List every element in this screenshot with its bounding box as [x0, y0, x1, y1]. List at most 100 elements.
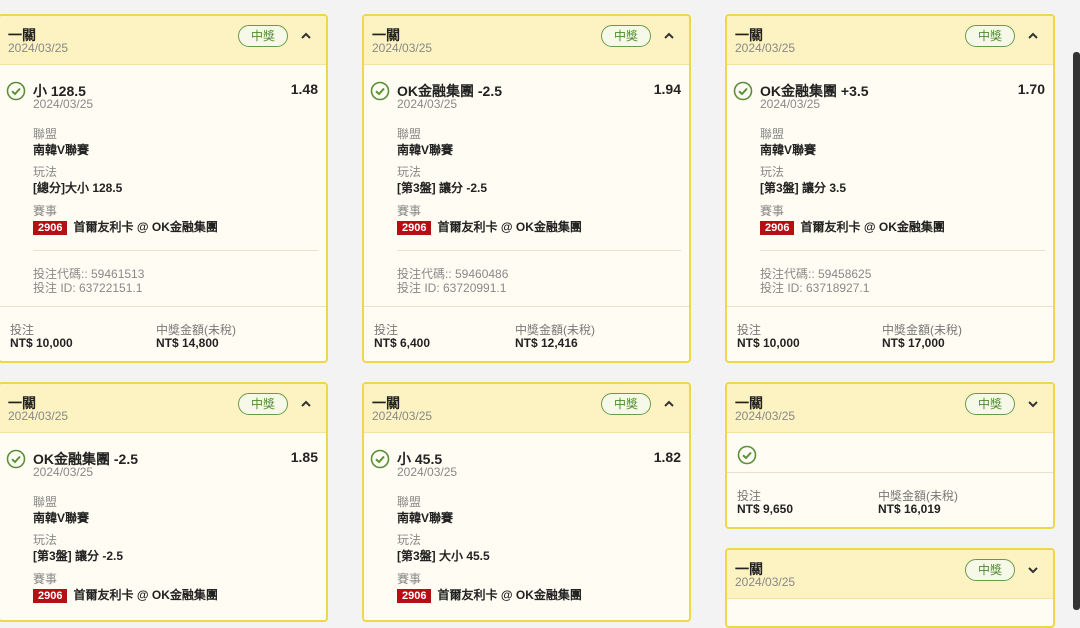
- chevron-up-icon[interactable]: [300, 400, 312, 408]
- bet-date: 2024/03/25: [735, 575, 796, 589]
- selection-date: 2024/03/25: [760, 97, 821, 111]
- bet-card-header[interactable]: 一關 2024/03/25 中獎: [364, 16, 689, 65]
- bet-id: 投注 ID: 63722151.1: [33, 281, 143, 295]
- won-badge: 中獎: [965, 393, 1015, 415]
- bet-date: 2024/03/25: [8, 409, 69, 423]
- check-circle-icon: [6, 81, 26, 101]
- bet-date: 2024/03/25: [372, 409, 433, 423]
- bet-date: 2024/03/25: [735, 409, 796, 423]
- stake-value: NT$ 6,400: [374, 336, 431, 350]
- check-circle-icon: [370, 449, 390, 469]
- bet-card: 一關 2024/03/25 中獎 OK金融集團 +3.5 1.70 2024/0…: [725, 14, 1055, 363]
- event-code-badge: 2906: [397, 589, 432, 603]
- event-value: 2906 首爾友利卡 @ OK金融集團: [760, 218, 945, 235]
- bet-card: 一關 2024/03/25 中獎 OK金融集團 -2.5 1.85 2024/0…: [0, 382, 328, 622]
- chevron-up-icon[interactable]: [663, 32, 675, 40]
- event-code-badge: 2906: [33, 221, 68, 235]
- bet-id: 投注 ID: 63718927.1: [760, 281, 870, 295]
- selection-date: 2024/03/25: [33, 97, 94, 111]
- event-name: 首爾友利卡 @ OK金融集團: [437, 220, 582, 234]
- bet-card-header[interactable]: 一關 2024/03/25 中獎: [727, 550, 1053, 599]
- chevron-down-icon[interactable]: [1027, 400, 1039, 408]
- check-circle-icon: [6, 449, 26, 469]
- bet-card: 一關 2024/03/25 中獎 OK金融集團 -2.5 1.94 2024/0…: [362, 14, 691, 363]
- check-circle-icon: [737, 445, 757, 465]
- bet-card: 一關 2024/03/25 中獎 小 128.5 1.48 2024/03/25…: [0, 14, 328, 363]
- won-badge: 中獎: [601, 25, 651, 47]
- play-value: [總分]大小 128.5: [33, 181, 123, 195]
- bet-card-header[interactable]: 一關 2024/03/25 中獎: [0, 384, 326, 433]
- selection-date: 2024/03/25: [397, 465, 458, 479]
- event-name: 首爾友利卡 @ OK金融集團: [437, 588, 582, 602]
- won-badge: 中獎: [601, 393, 651, 415]
- odds: 1.70: [1017, 81, 1045, 97]
- check-circle-icon: [733, 81, 753, 101]
- payout-value: NT$ 16,019: [878, 502, 941, 516]
- league-label: 聯盟: [33, 495, 58, 509]
- league-label: 聯盟: [33, 127, 58, 141]
- divider: [760, 250, 1045, 251]
- league-value: 南韓V聯賽: [760, 143, 817, 157]
- event-value: 2906 首爾友利卡 @ OK金融集團: [33, 218, 218, 235]
- bet-summary: 投注 NT$ 10,000 中獎金額(未稅) NT$ 14,800: [0, 306, 326, 361]
- chevron-down-icon[interactable]: [1027, 566, 1039, 574]
- event-label: 賽事: [33, 572, 58, 586]
- event-label: 賽事: [397, 572, 422, 586]
- league-value: 南韓V聯賽: [33, 511, 90, 525]
- selection-date: 2024/03/25: [33, 465, 94, 479]
- event-code-badge: 2906: [397, 221, 432, 235]
- play-value: [第3盤] 讓分 -2.5: [33, 549, 124, 563]
- play-value: [第3盤] 大小 45.5: [397, 549, 490, 563]
- bet-card-header[interactable]: 一關 2024/03/25 中獎: [727, 16, 1053, 65]
- check-circle-icon: [370, 81, 390, 101]
- bet-id: 投注 ID: 63720991.1: [397, 281, 507, 295]
- event-value: 2906 首爾友利卡 @ OK金融集團: [397, 586, 582, 603]
- league-label: 聯盟: [397, 495, 422, 509]
- league-value: 南韓V聯賽: [397, 511, 454, 525]
- event-label: 賽事: [33, 204, 58, 218]
- event-name: 首爾友利卡 @ OK金融集團: [73, 220, 218, 234]
- payout-value: NT$ 17,000: [882, 336, 945, 350]
- payout-value: NT$ 12,416: [515, 336, 578, 350]
- bet-summary: 投注 NT$ 9,650 中獎金額(未稅) NT$ 16,019: [727, 472, 1053, 527]
- league-value: 南韓V聯賽: [397, 143, 454, 157]
- play-label: 玩法: [397, 533, 422, 547]
- event-name: 首爾友利卡 @ OK金融集團: [800, 220, 945, 234]
- play-label: 玩法: [33, 533, 58, 547]
- won-badge: 中獎: [238, 393, 288, 415]
- selection-date: 2024/03/25: [397, 97, 458, 111]
- bet-date: 2024/03/25: [8, 41, 69, 55]
- play-label: 玩法: [33, 165, 58, 179]
- event-value: 2906 首爾友利卡 @ OK金融集團: [397, 218, 582, 235]
- stake-value: NT$ 9,650: [737, 502, 794, 516]
- payout-value: NT$ 14,800: [156, 336, 219, 350]
- won-badge: 中獎: [238, 25, 288, 47]
- event-code-badge: 2906: [760, 221, 795, 235]
- scrollbar[interactable]: [1073, 52, 1080, 610]
- event-name: 首爾友利卡 @ OK金融集團: [73, 588, 218, 602]
- bet-card-header[interactable]: 一關 2024/03/25 中獎: [364, 384, 689, 433]
- stake-value: NT$ 10,000: [10, 336, 73, 350]
- play-value: [第3盤] 讓分 -2.5: [397, 181, 488, 195]
- odds: 1.85: [290, 449, 318, 465]
- event-label: 賽事: [760, 204, 785, 218]
- play-value: [第3盤] 讓分 3.5: [760, 181, 847, 195]
- bet-card-header[interactable]: 一關 2024/03/25 中獎: [0, 16, 326, 65]
- stake-value: NT$ 10,000: [737, 336, 800, 350]
- bet-card: 一關 2024/03/25 中獎: [725, 548, 1055, 628]
- bet-date: 2024/03/25: [735, 41, 796, 55]
- divider: [33, 250, 318, 251]
- bet-card-header[interactable]: 一關 2024/03/25 中獎: [727, 384, 1053, 433]
- chevron-up-icon[interactable]: [1027, 32, 1039, 40]
- chevron-up-icon[interactable]: [300, 32, 312, 40]
- won-badge: 中獎: [965, 25, 1015, 47]
- league-label: 聯盟: [760, 127, 785, 141]
- divider: [397, 250, 681, 251]
- chevron-up-icon[interactable]: [663, 400, 675, 408]
- event-value: 2906 首爾友利卡 @ OK金融集團: [33, 586, 218, 603]
- bet-summary: 投注 NT$ 10,000 中獎金額(未稅) NT$ 17,000: [727, 306, 1053, 361]
- event-code-badge: 2906: [33, 589, 68, 603]
- bet-card: 一關 2024/03/25 中獎 小 45.5 1.82 2024/03/25 …: [362, 382, 691, 622]
- event-label: 賽事: [397, 204, 422, 218]
- won-badge: 中獎: [965, 559, 1015, 581]
